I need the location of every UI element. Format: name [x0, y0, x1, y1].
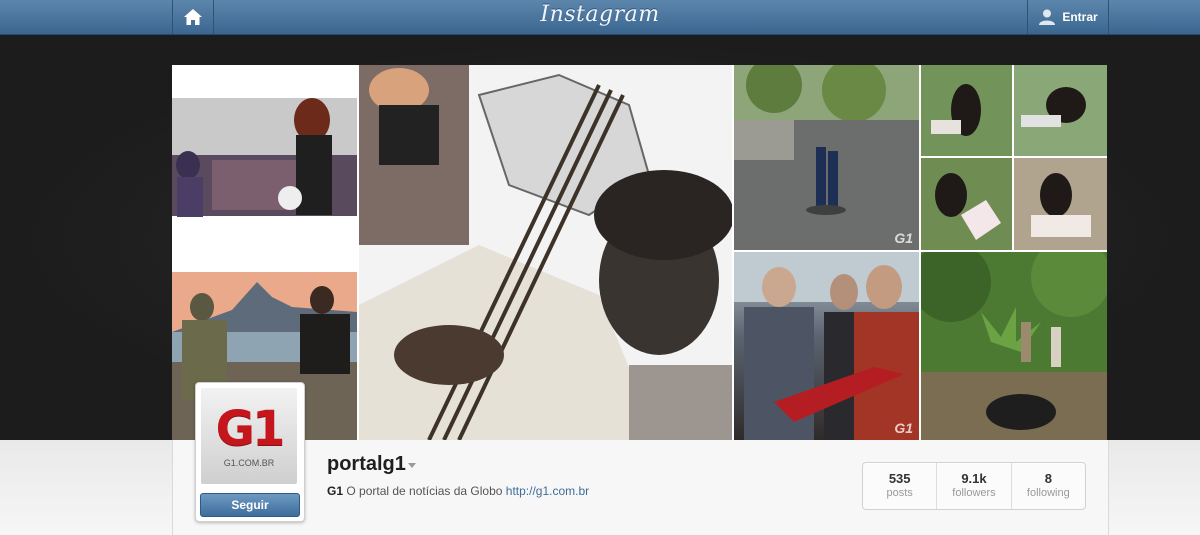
bio-link[interactable]: http://g1.com.br	[506, 484, 589, 498]
avatar-card: G1 G1.COM.BR Seguir	[195, 382, 305, 522]
photo-grid: G1 G1	[172, 65, 1107, 440]
stat-label: following	[1026, 487, 1070, 499]
chevron-down-icon[interactable]	[408, 463, 416, 468]
photo-tile-jungle[interactable]	[921, 252, 1107, 440]
user-silhouette-icon	[1039, 9, 1056, 25]
stat-label: followers	[952, 487, 996, 499]
login-button[interactable]: Entrar	[1027, 0, 1109, 34]
profile-username[interactable]: portalg1	[327, 453, 406, 476]
follow-button[interactable]: Seguir	[200, 493, 300, 517]
photo-tile-stage[interactable]	[172, 65, 357, 250]
avatar[interactable]: G1 G1.COM.BR	[201, 388, 297, 484]
bio-name: G1	[327, 484, 344, 498]
g1-watermark: G1	[894, 420, 913, 436]
stat-value: 8	[1044, 471, 1052, 486]
photo-tile-street-legs[interactable]: G1	[734, 65, 919, 250]
stat-followers[interactable]: 9.1k followers	[937, 463, 1012, 509]
bio-text: O portal de notícias da Globo	[343, 484, 506, 498]
g1-watermark: G1	[894, 230, 913, 246]
photo-tile-band[interactable]: G1	[734, 252, 919, 440]
instagram-logo[interactable]: Instagram	[0, 2, 1200, 27]
profile-bio: G1 O portal de notícias da Globo http://…	[327, 484, 589, 498]
top-navbar: Instagram Entrar	[0, 0, 1200, 35]
avatar-site-label: G1.COM.BR	[223, 458, 275, 468]
stat-following[interactable]: 8 following	[1012, 463, 1085, 509]
photo-tile-guitar-statue[interactable]	[359, 65, 732, 440]
stat-value: 9.1k	[961, 471, 987, 486]
stat-posts[interactable]: 535 posts	[863, 463, 938, 509]
stat-value: 535	[888, 471, 911, 486]
stat-label: posts	[886, 487, 913, 499]
photo-tile-chimpanzees[interactable]	[921, 65, 1107, 250]
g1-logo: G1	[215, 401, 286, 457]
login-label: Entrar	[1062, 10, 1098, 24]
profile-stats: 535 posts 9.1k followers 8 following	[862, 462, 1086, 510]
